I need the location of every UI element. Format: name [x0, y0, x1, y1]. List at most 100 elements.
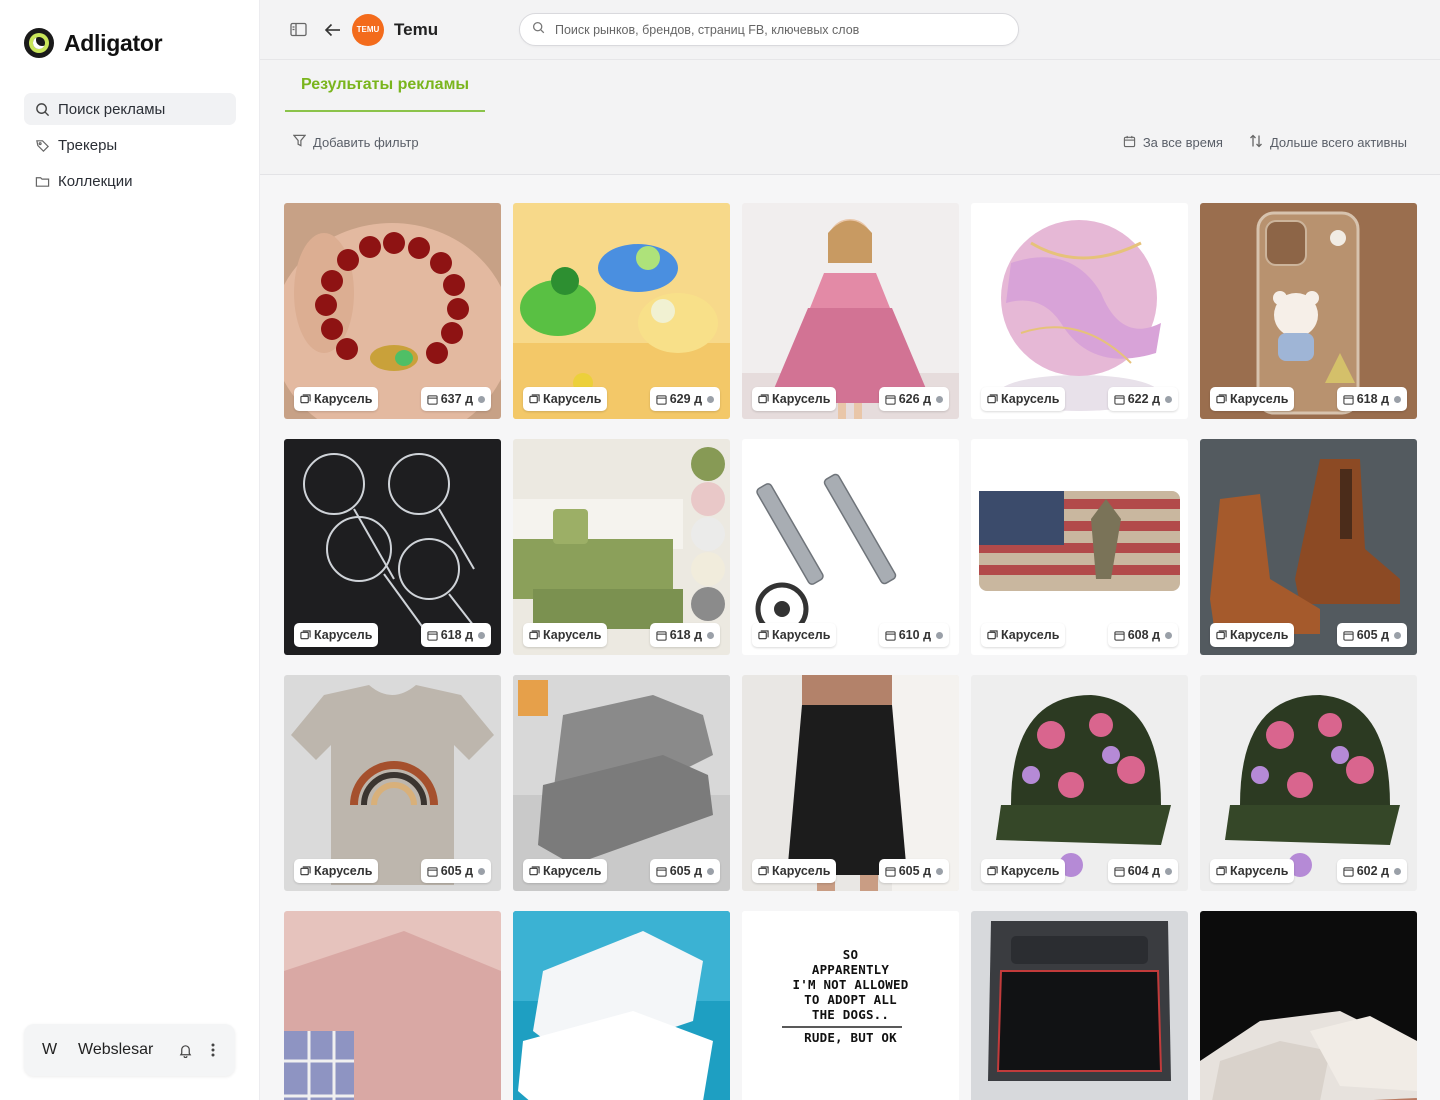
ad-type-badge: Карусель — [1210, 387, 1295, 411]
carousel-icon — [300, 393, 311, 405]
sidebar-item-label: Трекеры — [58, 136, 118, 154]
carousel-icon — [529, 865, 540, 877]
ad-card[interactable]: Карусель 602 д — [1200, 675, 1417, 891]
tshirt-line: RUDE, BUT OK — [804, 1030, 897, 1045]
ad-card[interactable] — [971, 911, 1188, 1100]
status-dot — [707, 631, 714, 639]
ad-type-label: Карусель — [314, 864, 373, 878]
calendar-icon — [885, 630, 896, 641]
ad-card[interactable]: Карусель 605 д — [742, 675, 959, 891]
calendar-icon — [656, 394, 667, 405]
sidebar-item-collections[interactable]: Коллекции — [24, 165, 236, 197]
ad-days-label: 618 д — [669, 628, 702, 642]
ad-card[interactable]: Карусель 618 д — [513, 439, 730, 655]
ad-days-label: 618 д — [1356, 392, 1389, 406]
status-dot — [1394, 395, 1401, 403]
brand-logo-text: TEMU — [356, 25, 380, 34]
ad-card[interactable]: Карусель 629 д — [513, 203, 730, 419]
more-vertical-icon[interactable] — [203, 1040, 223, 1060]
carousel-icon — [758, 393, 769, 405]
search-bar[interactable] — [519, 13, 1019, 46]
ad-card[interactable]: Карусель 618 д — [284, 439, 501, 655]
carousel-icon — [300, 865, 311, 877]
ad-card[interactable]: Карусель 610 д — [742, 439, 959, 655]
adligator-logo-icon — [24, 28, 54, 58]
ad-card[interactable]: SO APPARENTLY I'M NOT ALLOWED TO ADOPT A… — [742, 911, 959, 1100]
ad-card[interactable] — [284, 911, 501, 1100]
main-content: TEMU Temu Результаты рекламы Добавить фи… — [260, 0, 1440, 1100]
ad-card[interactable]: Карусель 637 д — [284, 203, 501, 419]
ad-card[interactable] — [1200, 911, 1417, 1100]
folder-icon — [34, 173, 50, 189]
logo[interactable]: Adligator — [24, 28, 163, 58]
ad-days-label: 622 д — [1127, 392, 1160, 406]
sidebar-item-trackers[interactable]: Трекеры — [24, 129, 236, 161]
add-filter-button[interactable]: Добавить фильтр — [292, 134, 419, 150]
ad-card[interactable]: Карусель 605 д — [284, 675, 501, 891]
ad-type-badge: Карусель — [752, 859, 837, 883]
ad-image-white-sneakers — [513, 911, 730, 1100]
right-filters: За все время Дольше всего активны — [1123, 134, 1407, 151]
ad-card[interactable]: Карусель 604 д — [971, 675, 1188, 891]
tab-ad-results[interactable]: Результаты рекламы — [285, 60, 485, 112]
calendar-icon — [1114, 866, 1125, 877]
ad-days-label: 605 д — [898, 864, 931, 878]
calendar-icon — [885, 866, 896, 877]
ad-days-badge: 605 д — [420, 859, 491, 883]
bell-icon[interactable] — [175, 1040, 195, 1060]
ad-days-badge: 605 д — [649, 859, 720, 883]
ad-days-label: 605 д — [440, 864, 473, 878]
time-range-label: За все время — [1142, 135, 1223, 150]
ad-card[interactable]: Карусель 618 д — [1200, 203, 1417, 419]
ad-type-badge: Карусель — [981, 623, 1066, 647]
temu-logo: TEMU — [352, 13, 384, 46]
ad-days-badge: 610 д — [878, 623, 949, 647]
sidebar-nav: Поиск рекламы Трекеры Коллекции — [24, 93, 236, 201]
time-range-button[interactable]: За все время — [1123, 135, 1223, 151]
carousel-icon — [529, 393, 540, 405]
search-input[interactable] — [555, 22, 995, 37]
ad-card[interactable]: Карусель 605 д — [1200, 439, 1417, 655]
calendar-icon — [427, 866, 438, 877]
ad-card[interactable]: Карусель 622 д — [971, 203, 1188, 419]
status-dot — [707, 395, 714, 403]
status-dot — [707, 867, 714, 875]
logo-text: Adligator — [64, 29, 163, 56]
carousel-icon — [987, 393, 998, 405]
ad-type-label: Карусель — [772, 392, 831, 406]
status-dot — [936, 395, 943, 403]
status-dot — [1165, 631, 1172, 639]
ad-days-badge: 618 д — [1336, 387, 1407, 411]
sort-label: Дольше всего активны — [1269, 135, 1407, 150]
back-arrow-icon[interactable] — [320, 18, 344, 42]
carousel-icon — [1216, 865, 1227, 877]
ad-type-badge: Карусель — [752, 623, 837, 647]
ad-days-label: 637 д — [440, 392, 473, 406]
ad-type-label: Карусель — [543, 864, 602, 878]
ad-card[interactable]: Карусель 608 д — [971, 439, 1188, 655]
ad-card[interactable]: Карусель 605 д — [513, 675, 730, 891]
sidebar-item-ad-search[interactable]: Поиск рекламы — [24, 93, 236, 125]
ad-type-badge: Карусель — [981, 387, 1066, 411]
ad-type-badge: Карусель — [294, 387, 379, 411]
ad-days-badge: 602 д — [1336, 859, 1407, 883]
ad-days-badge: 626 д — [878, 387, 949, 411]
ad-days-label: 604 д — [1127, 864, 1160, 878]
calendar-icon — [1343, 394, 1354, 405]
status-dot — [478, 395, 485, 403]
ad-image-car-trunk — [971, 911, 1188, 1100]
ad-card[interactable]: Карусель 626 д — [742, 203, 959, 419]
sidebar-toggle-icon[interactable] — [286, 18, 310, 42]
calendar-icon — [1343, 866, 1354, 877]
calendar-icon — [1114, 394, 1125, 405]
tshirt-line: APPARENTLY — [811, 962, 890, 977]
sort-button[interactable]: Дольше всего активны — [1249, 134, 1407, 151]
calendar-icon — [427, 394, 438, 405]
tshirt-line: TO ADOPT ALL — [804, 992, 897, 1007]
topbar: TEMU Temu — [260, 0, 1440, 60]
user-card[interactable]: W Webslesar — [24, 1024, 235, 1076]
ad-card[interactable] — [513, 911, 730, 1100]
tshirt-line: I'M NOT ALLOWED — [792, 977, 909, 992]
carousel-icon — [1216, 629, 1227, 641]
status-dot — [1394, 867, 1401, 875]
